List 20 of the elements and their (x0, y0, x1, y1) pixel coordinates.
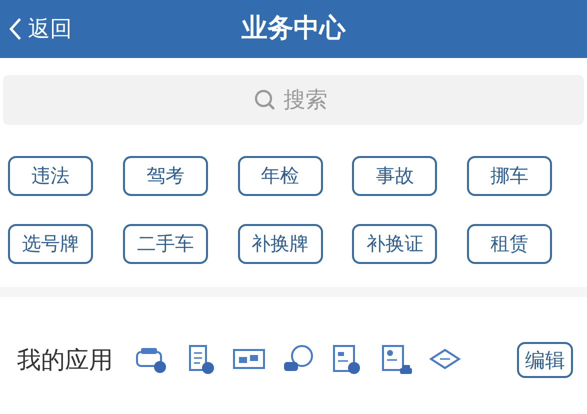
service-button[interactable]: 补换证 (352, 224, 438, 264)
service-button[interactable]: 补换牌 (238, 224, 323, 264)
service-button[interactable]: 挪车 (467, 156, 552, 196)
service-button[interactable]: 违法 (8, 156, 93, 196)
chevron-left-icon (8, 17, 22, 41)
back-button[interactable]: 返回 (0, 12, 72, 46)
service-button[interactable]: 驾考 (122, 156, 208, 196)
service-button[interactable]: 租赁 (467, 224, 552, 264)
document-car-icon[interactable] (380, 344, 412, 376)
search-icon (254, 89, 276, 111)
section-title: 我的应用 (17, 345, 113, 376)
service-button[interactable]: 事故 (352, 156, 438, 196)
search-bar[interactable]: 搜索 (3, 75, 584, 125)
search-field[interactable]: 搜索 (282, 82, 334, 118)
service-button[interactable]: 选号牌 (8, 224, 93, 264)
service-button[interactable]: 年检 (238, 156, 323, 196)
document-icon[interactable] (331, 344, 363, 376)
service-button[interactable]: 二手车 (122, 224, 208, 264)
edit-button[interactable]: 编辑 (517, 342, 573, 378)
page-title: 业务中心 (242, 12, 346, 46)
